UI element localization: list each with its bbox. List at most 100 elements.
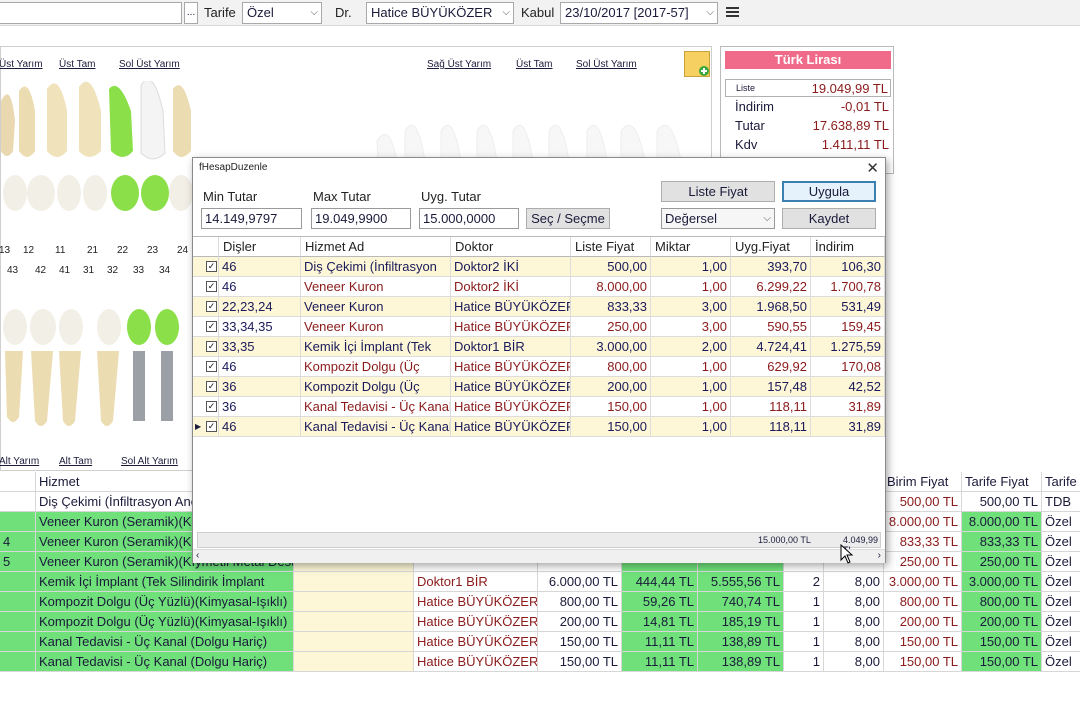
cell-c1[interactable]: 150,00 TL [538,632,622,652]
cell-tarife[interactable]: Özel [1042,632,1080,652]
row-selector[interactable]: ✓ [193,397,219,417]
cell-doktor[interactable]: Hatice BÜYÜKÖZER [414,652,538,672]
cell-note[interactable] [294,632,414,652]
max-tutar-field[interactable]: 19.049,9900 [311,208,411,229]
cell-hizmet[interactable]: Veneer Kuron [301,277,451,297]
cell-doktor[interactable]: Hatice BÜYÜKÖZER [451,417,571,437]
column-header-hizmet-ad[interactable]: Hizmet Ad [301,237,451,257]
cell-hizmet[interactable]: Kanal Tedavisi - Üç Kanal [301,417,451,437]
cell-miktar[interactable]: 1,00 [651,377,731,397]
cell-disler[interactable]: 46 [219,417,301,437]
cell-birim[interactable]: 150,00 TL [884,632,962,652]
cell-hizmet[interactable]: Diş Çekimi (İnfiltrasyon [301,257,451,277]
cell-tfiyat[interactable]: 3.000,00 TL [962,572,1042,592]
cell-c1[interactable]: 800,00 TL [538,592,622,612]
cell-tfiyat[interactable]: 150,00 TL [962,652,1042,672]
cell-doktor[interactable]: Hatice BÜYÜKÖZER [451,397,571,417]
cell-indirim[interactable]: 31,89 [811,397,885,417]
cell-doktor[interactable]: Doktor2 İKİ [451,257,571,277]
add-note-icon[interactable] [684,51,710,77]
cell-note[interactable] [294,612,414,632]
cell-birim[interactable]: 833,33 TL [884,532,962,552]
cell-uyg[interactable]: 1.968,50 [731,297,811,317]
cell-birim[interactable]: 500,00 TL [884,492,962,512]
cell-indirim[interactable]: 42,52 [811,377,885,397]
cell-hizmet[interactable]: Kompozit Dolgu (Üç Yüzlü)(Kimyasal-Işıkl… [36,612,294,632]
cell-hizmet[interactable]: Kemik İçi İmplant (Tek [301,337,451,357]
cell-liste[interactable]: 500,00 [571,257,651,277]
cell-tarife[interactable]: Özel [1042,552,1080,572]
min-tutar-field[interactable]: 14.149,9797 [201,208,302,229]
column-header-miktar[interactable]: Miktar [651,237,731,257]
cell-indirim[interactable]: 1.700,78 [811,277,885,297]
scroll-right-icon[interactable]: › [878,550,881,561]
cell-miktar[interactable]: 1,00 [651,417,731,437]
cell-birim[interactable]: 250,00 TL [884,552,962,572]
edit-grid-row[interactable]: ✓ 36 Kompozit Dolgu (Üç Hatice BÜYÜKÖZER 200… [193,377,885,397]
column-header-tarife[interactable]: Tarife [1042,472,1080,492]
cell-tfiyat[interactable]: 8.000,00 TL [962,512,1042,532]
cell-tarife[interactable]: Özel [1042,532,1080,552]
cell-adet[interactable]: 1 [784,612,824,632]
cell-dis[interactable]: 4 [0,532,36,552]
cell-miktar[interactable]: 1,00 [651,277,731,297]
cell-uyg[interactable]: 118,11 [731,397,811,417]
browse-button[interactable]: ... [184,2,198,24]
cell-uyg[interactable]: 118,11 [731,417,811,437]
cell-disler[interactable]: 33,35 [219,337,301,357]
cell-kdv[interactable]: 8,00 [824,612,884,632]
cell-dis[interactable] [0,632,36,652]
cell-disler[interactable]: 46 [219,257,301,277]
mode-select[interactable]: Değersel ⌵ [661,208,775,229]
cell-kdv[interactable]: 8,00 [824,572,884,592]
cell-doktor[interactable]: Doktor1 BİR [451,337,571,357]
left-upper-half-link[interactable]: Sol Üst Yarım [119,59,180,70]
cell-liste[interactable]: 250,00 [571,317,651,337]
cell-dis[interactable] [0,652,36,672]
cell-hizmet[interactable]: Kanal Tedavisi - Üç Kanal [301,397,451,417]
row-selector[interactable]: ✓ [193,297,219,317]
cell-indirim[interactable]: 106,30 [811,257,885,277]
cell-liste[interactable]: 833,33 [571,297,651,317]
cell-uyg[interactable]: 629,92 [731,357,811,377]
row-selector[interactable]: ✓ [193,257,219,277]
left-lower-half-link[interactable]: Sol Alt Yarım [121,456,178,467]
cell-birim[interactable]: 8.000,00 TL [884,512,962,532]
cell-tarife[interactable]: Özel [1042,512,1080,532]
cell-doktor[interactable]: Hatice BÜYÜKÖZER [451,357,571,377]
edit-grid-row[interactable]: ✓ 46 Kompozit Dolgu (Üç Hatice BÜYÜKÖZER 800… [193,357,885,377]
cell-hizmet[interactable]: Kompozit Dolgu (Üç [301,357,451,377]
cell-doktor[interactable]: Doktor1 BİR [414,572,538,592]
cell-disler[interactable]: 36 [219,397,301,417]
cell-c3[interactable]: 138,89 TL [698,652,784,672]
cell-uyg[interactable]: 393,70 [731,257,811,277]
cell-tarife[interactable]: TDB [1042,492,1080,512]
tarife-select[interactable]: Özel ⌵ [242,2,322,24]
cell-hizmet[interactable]: Kompozit Dolgu (Üç [301,377,451,397]
row-checkbox[interactable]: ✓ [206,341,217,352]
cell-tfiyat[interactable]: 150,00 TL [962,632,1042,652]
edit-grid-row[interactable]: ✓ 46 Veneer Kuron Doktor2 İKİ 8.000,00 1,00 6.… [193,277,885,297]
cell-tarife[interactable]: Özel [1042,612,1080,632]
row-selector[interactable]: ✓ [193,317,219,337]
cell-birim[interactable]: 3.000,00 TL [884,572,962,592]
cell-uyg[interactable]: 4.724,41 [731,337,811,357]
cell-hizmet[interactable]: Kanal Tedavisi - Üç Kanal (Dolgu Hariç) [36,632,294,652]
row-selector[interactable]: ✓ [193,337,219,357]
save-button[interactable]: Kaydet [782,208,876,229]
row-checkbox[interactable]: ✓ [206,421,217,432]
cell-c2[interactable]: 11,11 TL [622,652,698,672]
row-selector[interactable]: ✓ [193,357,219,377]
cell-dis[interactable] [0,592,36,612]
upper-full-link[interactable]: Üst Tam [59,59,96,70]
cell-dis[interactable] [0,492,36,512]
cell-disler[interactable]: 22,23,24 [219,297,301,317]
cell-doktor[interactable]: Doktor2 İKİ [451,277,571,297]
cell-tarife[interactable]: Özel [1042,572,1080,592]
lower-half-link[interactable]: Alt Yarım [0,456,39,467]
cell-tarife[interactable]: Özel [1042,652,1080,672]
cell-adet[interactable]: 1 [784,632,824,652]
cell-note[interactable] [294,592,414,612]
list-price-button[interactable]: Liste Fiyat [661,181,775,202]
cell-c2[interactable]: 444,44 TL [622,572,698,592]
